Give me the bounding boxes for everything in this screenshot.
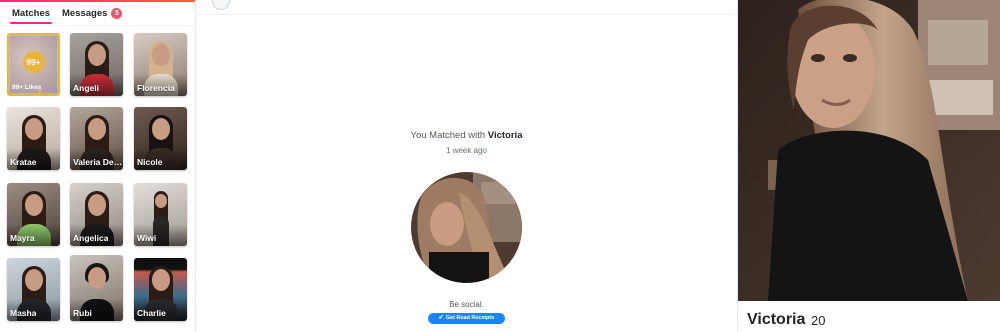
check-icon: ✔ [438,315,444,321]
match-card[interactable]: Florencia [134,33,187,96]
match-name: Angelica [73,233,109,243]
matches-sidebar: Matches Messages 5 99+ 99+ Likes ♥ Angel… [0,0,196,332]
photo-figure-head [24,118,43,141]
profile-panel: Victoria 20 [737,0,1000,332]
photo-figure-head [154,194,167,209]
messages-count-badge: 5 [111,8,123,19]
match-card[interactable]: Nicole [134,107,187,170]
photo-figure-head [24,194,43,217]
sidebar-tabs: Matches Messages 5 [0,0,195,26]
photo-figure-head [87,118,106,141]
match-name: Kratae [10,157,37,167]
profile-name: Victoria [747,311,806,328]
photo-figure-head [87,44,106,67]
conversation-header [196,0,737,15]
photo-figure-head [151,269,170,292]
get-read-receipts-button[interactable]: ✔ Get Read Receipts [428,313,505,324]
match-announcement-name: Victoria [487,130,523,141]
get-read-receipts-label: Get Read Receipts [445,315,495,321]
profile-age: 20 [811,313,826,328]
likes-count-badge: 99+ [22,50,45,73]
match-name: Florencia [137,83,175,93]
tab-matches[interactable]: Matches [10,8,53,24]
be-social-text: Be social. [449,300,484,309]
match-card[interactable]: Angelica [70,183,123,246]
likes-card[interactable]: 99+ 99+ Likes ♥ [7,33,60,96]
avatar[interactable] [212,0,230,10]
match-name: Masha [10,308,37,318]
match-profile-photo[interactable] [411,172,522,283]
match-name: Rubi [73,308,92,318]
tab-messages-label: Messages [62,8,108,19]
photo-figure-head [151,44,170,67]
match-card[interactable]: Angeli [70,33,123,96]
conversation-panel: You Matched with Victoria 1 week ago Be … [196,0,737,332]
match-photo-illustration [411,172,522,283]
match-name: Mayra [10,233,35,243]
heart-icon: ♥ [37,86,43,96]
match-card[interactable]: Wiwi [134,183,187,246]
match-name: Nicole [137,157,163,167]
photo-figure-head [24,269,43,292]
match-card[interactable]: Mayra [7,183,60,246]
photo-figure-head [151,118,170,141]
profile-photo-illustration [738,0,1000,301]
match-time: 1 week ago [446,146,487,155]
match-card[interactable]: Masha [7,258,60,321]
match-name: Charlie [137,308,166,318]
active-tab-indicator [10,22,53,24]
match-name: Valeria De ... [73,157,123,167]
match-announcement: You Matched with Victoria [196,130,737,141]
tab-matches-label: Matches [12,8,51,19]
match-announcement-prefix: You Matched with [410,130,486,141]
match-card[interactable]: Kratae [7,107,60,170]
match-name: Angeli [73,83,99,93]
photo-figure-head [87,266,106,289]
tinder-app: Matches Messages 5 99+ 99+ Likes ♥ Angel… [0,0,1000,332]
photo-figure-head [87,194,106,217]
match-card[interactable]: Valeria De ... [70,107,123,170]
tab-messages[interactable]: Messages 5 [62,8,123,19]
match-name: Wiwi [137,233,157,243]
match-card[interactable]: Rubi [70,255,123,321]
profile-photo[interactable] [738,0,1000,301]
match-card[interactable]: Charlie [134,258,187,321]
